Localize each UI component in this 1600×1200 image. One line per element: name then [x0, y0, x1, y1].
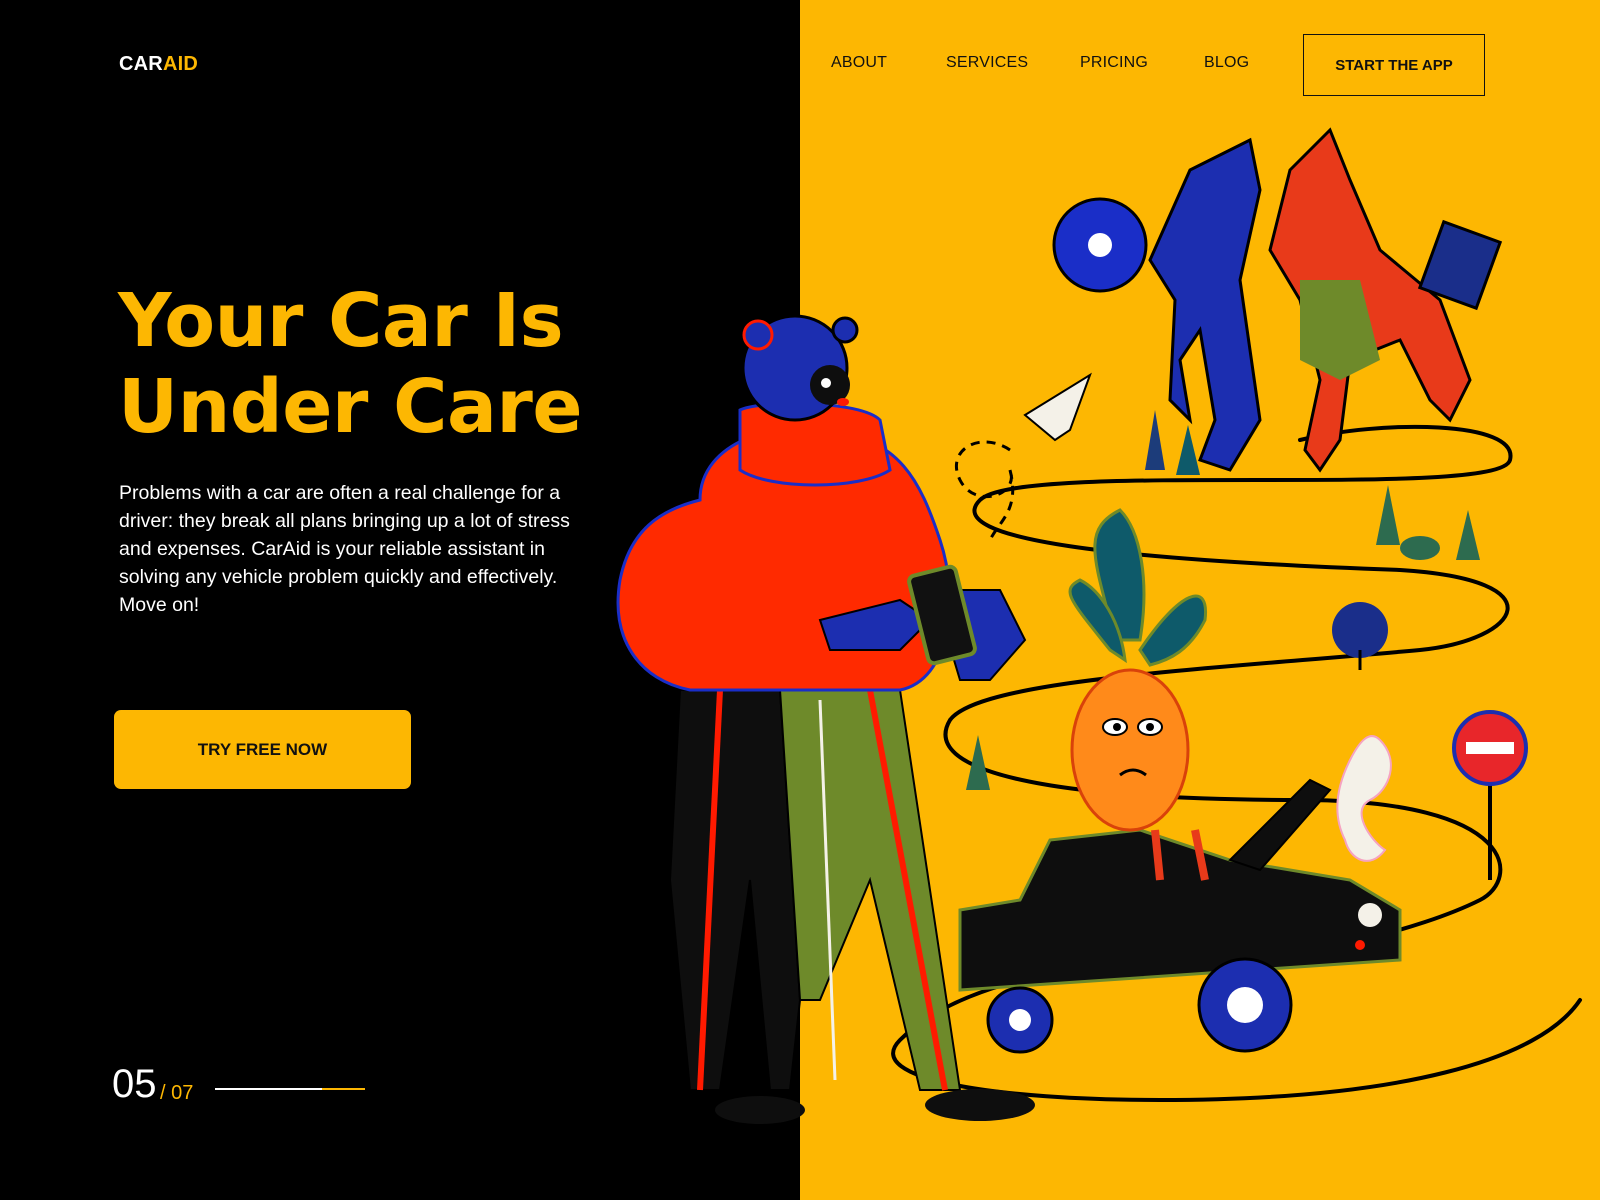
start-app-button[interactable]: START THE APP [1303, 34, 1485, 96]
pager-progress-fill [321, 1088, 365, 1090]
right-panel [800, 0, 1600, 1200]
pager-current: 05 [112, 1062, 157, 1106]
nav-pricing[interactable]: PRICING [1080, 54, 1148, 72]
nav-about[interactable]: ABOUT [831, 54, 887, 72]
logo-part-aid: AID [162, 53, 198, 75]
hero-title-line-2: Under Care [118, 364, 583, 450]
nav-services[interactable]: SERVICES [946, 54, 1028, 72]
pager-progress-track [215, 1088, 365, 1090]
hero-title-line-1: Your Car Is [118, 278, 564, 364]
try-free-button[interactable]: TRY FREE NOW [114, 710, 411, 789]
hero-description: Problems with a car are often a real cha… [119, 482, 570, 616]
page-title: Your Car Is Under Care [118, 278, 583, 450]
nav-blog[interactable]: BLOG [1204, 54, 1249, 72]
logo-part-car: CAR [119, 53, 163, 75]
logo[interactable]: CARAID [119, 53, 198, 76]
pager-total: / 07 [160, 1082, 194, 1104]
